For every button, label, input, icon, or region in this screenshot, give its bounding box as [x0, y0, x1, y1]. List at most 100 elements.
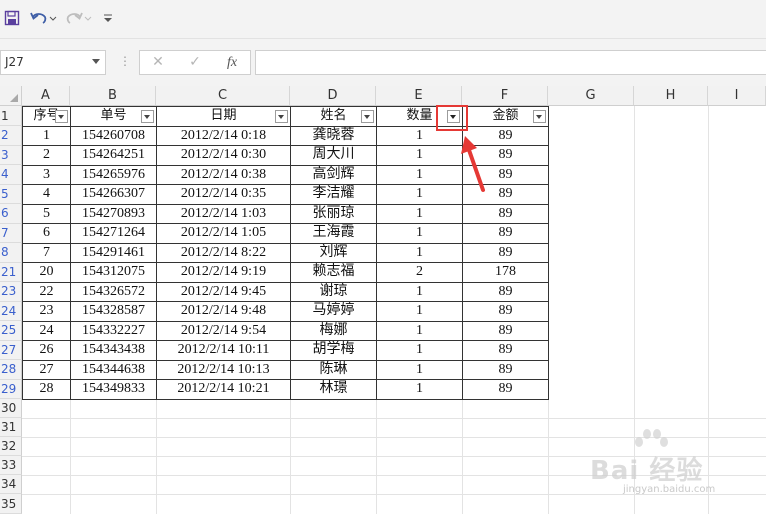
- header-cell[interactable]: 单号: [70, 106, 157, 127]
- filter-dropdown-icon[interactable]: [275, 110, 288, 123]
- cell[interactable]: 7: [22, 242, 71, 263]
- cell[interactable]: 梅娜: [290, 320, 377, 341]
- cell[interactable]: 1: [376, 301, 463, 322]
- cell[interactable]: 89: [462, 223, 549, 244]
- cell[interactable]: 154312075: [70, 262, 157, 283]
- header-cell[interactable]: 日期: [156, 106, 291, 127]
- filter-dropdown-icon[interactable]: [141, 110, 154, 123]
- cell[interactable]: 178: [462, 262, 549, 283]
- cell[interactable]: 22: [22, 281, 71, 302]
- cell[interactable]: 89: [462, 320, 549, 341]
- cell[interactable]: 周大川: [290, 145, 377, 166]
- name-box[interactable]: J27: [0, 50, 106, 75]
- cell[interactable]: 2012/2/14 0:18: [156, 125, 291, 146]
- customize-toolbar-button[interactable]: [100, 6, 116, 30]
- row-header[interactable]: 8: [0, 243, 22, 263]
- cell[interactable]: 2012/2/14 9:48: [156, 301, 291, 322]
- row-header[interactable]: 1: [0, 106, 22, 126]
- cell[interactable]: 154326572: [70, 281, 157, 302]
- redo-button[interactable]: [64, 6, 92, 30]
- column-header-f[interactable]: F: [462, 86, 548, 106]
- cell[interactable]: 89: [462, 281, 549, 302]
- cell[interactable]: 刘辉: [290, 242, 377, 263]
- row-header[interactable]: 28: [0, 360, 22, 380]
- cell[interactable]: 2012/2/14 0:30: [156, 145, 291, 166]
- formula-input[interactable]: [255, 50, 766, 75]
- cell[interactable]: 89: [462, 379, 549, 400]
- row-header[interactable]: 27: [0, 340, 22, 360]
- row-header[interactable]: 4: [0, 165, 22, 185]
- cell[interactable]: 4: [22, 184, 71, 205]
- filter-dropdown-icon[interactable]: [533, 110, 546, 123]
- cell[interactable]: 1: [376, 184, 463, 205]
- cell[interactable]: 24: [22, 320, 71, 341]
- cell[interactable]: 2012/2/14 10:13: [156, 359, 291, 380]
- cell[interactable]: 谢琼: [290, 281, 377, 302]
- cell[interactable]: 1: [376, 203, 463, 224]
- header-cell[interactable]: 姓名: [290, 106, 377, 127]
- cancel-button[interactable]: ✕: [146, 51, 170, 74]
- row-header[interactable]: 34: [0, 475, 22, 494]
- cell[interactable]: 1: [376, 242, 463, 263]
- cell[interactable]: 林璟: [290, 379, 377, 400]
- cell[interactable]: 1: [22, 125, 71, 146]
- cell[interactable]: 154291461: [70, 242, 157, 263]
- cell[interactable]: 23: [22, 301, 71, 322]
- cell[interactable]: 154260708: [70, 125, 157, 146]
- cell[interactable]: 154264251: [70, 145, 157, 166]
- cell[interactable]: 154343438: [70, 340, 157, 361]
- column-header-g[interactable]: G: [548, 86, 634, 106]
- cell[interactable]: 1: [376, 164, 463, 185]
- cell[interactable]: 26: [22, 340, 71, 361]
- cell[interactable]: 李洁耀: [290, 184, 377, 205]
- name-box-dropdown-icon[interactable]: [92, 59, 100, 64]
- row-header[interactable]: 24: [0, 301, 22, 321]
- cell[interactable]: 154328587: [70, 301, 157, 322]
- column-header-a[interactable]: A: [22, 86, 70, 106]
- cell[interactable]: 2012/2/14 10:11: [156, 340, 291, 361]
- column-header-i[interactable]: I: [708, 86, 766, 106]
- cell[interactable]: 2012/2/14 9:45: [156, 281, 291, 302]
- cell[interactable]: 2012/2/14 1:03: [156, 203, 291, 224]
- confirm-button[interactable]: ✓: [183, 51, 207, 74]
- row-header[interactable]: 3: [0, 145, 22, 165]
- cell[interactable]: 2012/2/14 8:22: [156, 242, 291, 263]
- cell[interactable]: 1: [376, 340, 463, 361]
- cell[interactable]: 2012/2/14 9:54: [156, 320, 291, 341]
- cell[interactable]: 1: [376, 379, 463, 400]
- select-all-corner[interactable]: [0, 86, 22, 106]
- cell[interactable]: 154266307: [70, 184, 157, 205]
- cell[interactable]: 154349833: [70, 379, 157, 400]
- row-header[interactable]: 2: [0, 126, 22, 146]
- row-header[interactable]: 7: [0, 223, 22, 243]
- cell[interactable]: 陈琳: [290, 359, 377, 380]
- cell[interactable]: 2: [22, 145, 71, 166]
- undo-button[interactable]: [29, 6, 57, 30]
- cell[interactable]: 张丽琼: [290, 203, 377, 224]
- cell[interactable]: 154270893: [70, 203, 157, 224]
- cell[interactable]: 20: [22, 262, 71, 283]
- row-header[interactable]: 23: [0, 282, 22, 302]
- row-header[interactable]: 33: [0, 456, 22, 475]
- cell[interactable]: 27: [22, 359, 71, 380]
- cell[interactable]: 高剑辉: [290, 164, 377, 185]
- header-cell[interactable]: 序号: [22, 106, 71, 127]
- cell[interactable]: 6: [22, 223, 71, 244]
- row-header[interactable]: 32: [0, 437, 22, 456]
- cell[interactable]: 3: [22, 164, 71, 185]
- cell[interactable]: 2012/2/14 0:38: [156, 164, 291, 185]
- cell[interactable]: 154344638: [70, 359, 157, 380]
- cell[interactable]: 王海霞: [290, 223, 377, 244]
- row-header[interactable]: 31: [0, 418, 22, 437]
- cell[interactable]: 89: [462, 340, 549, 361]
- cell[interactable]: 1: [376, 359, 463, 380]
- column-header-h[interactable]: H: [634, 86, 708, 106]
- cell[interactable]: 89: [462, 301, 549, 322]
- save-button[interactable]: [2, 6, 22, 30]
- row-header[interactable]: 29: [0, 379, 22, 399]
- cell[interactable]: 2012/2/14 1:05: [156, 223, 291, 244]
- insert-function-button[interactable]: fx: [220, 51, 244, 74]
- column-header-c[interactable]: C: [156, 86, 290, 106]
- cell[interactable]: 5: [22, 203, 71, 224]
- row-header[interactable]: 35: [0, 494, 22, 514]
